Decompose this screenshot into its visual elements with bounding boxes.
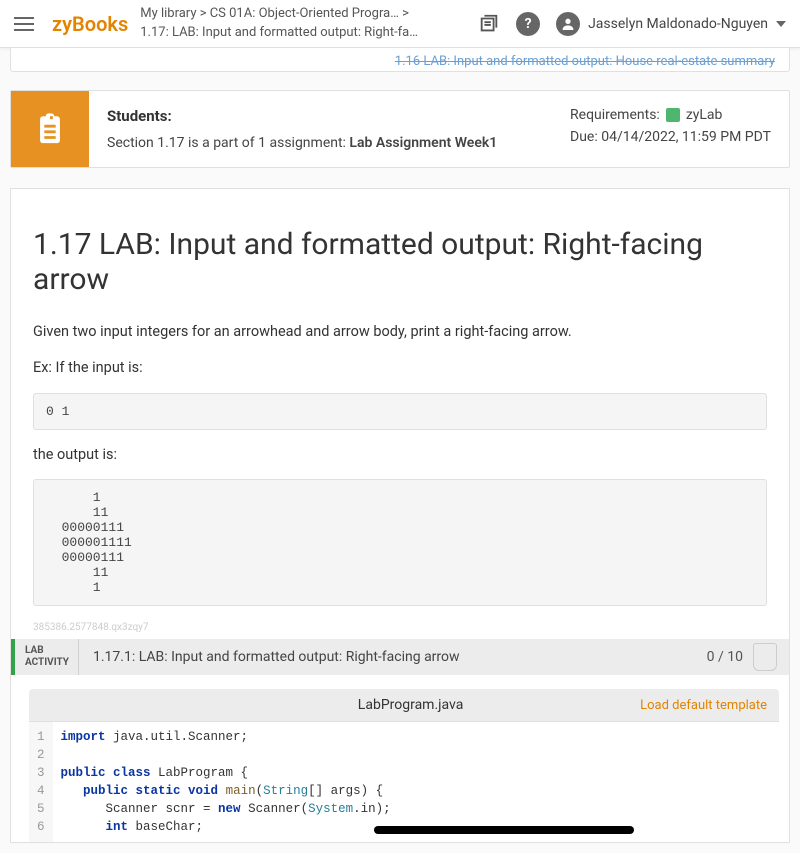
- students-card: Students: Section 1.17 is a part of 1 as…: [10, 90, 790, 168]
- activity-score: 0 / 10: [707, 649, 753, 666]
- lab-description: Given two input integers for an arrowhea…: [33, 321, 767, 343]
- code-area[interactable]: import java.util.Scanner; public class L…: [53, 722, 399, 842]
- lab-title: 1.17 LAB: Input and formatted output: Ri…: [33, 227, 767, 297]
- username: Jasselyn Maldonado-Nguyen: [588, 16, 768, 32]
- load-template-link[interactable]: Load default template: [640, 698, 767, 713]
- header-actions: ? Jasselyn Maldonado-Nguyen: [478, 12, 786, 36]
- logo[interactable]: zyBooks: [52, 12, 128, 36]
- library-icon[interactable]: [478, 13, 500, 35]
- chevron-down-icon: [776, 21, 786, 27]
- activity-title: 1.17.1: LAB: Input and formatted output:…: [79, 649, 707, 666]
- shield-icon[interactable]: [753, 643, 777, 671]
- assignment-badge: [11, 91, 89, 167]
- clipboard-icon: [33, 112, 67, 146]
- example-input-box: 0 1: [33, 393, 767, 430]
- example-output-box: 1 11 00000111 000001111 00000111 11 1: [33, 479, 767, 606]
- breadcrumb-line-1[interactable]: My library > CS 01A: Object-Oriented Pro…: [140, 5, 420, 23]
- app-header: zyBooks My library > CS 01A: Object-Orie…: [0, 0, 800, 48]
- activity-bar: LAB ACTIVITY 1.17.1: LAB: Input and form…: [11, 639, 789, 675]
- requirements-row: Requirements: zyLab: [570, 107, 771, 123]
- code-editor[interactable]: 123456 import java.util.Scanner; public …: [29, 721, 779, 842]
- line-gutter: 123456: [29, 722, 53, 842]
- code-editor-section: LabProgram.java Load default template 12…: [11, 675, 789, 842]
- lab-card: 1.17 LAB: Input and formatted output: Ri…: [10, 188, 790, 843]
- students-heading: Students:: [107, 107, 497, 125]
- user-menu[interactable]: Jasselyn Maldonado-Nguyen: [556, 12, 786, 36]
- due-date: Due: 04/14/2022, 11:59 PM PDT: [570, 129, 771, 145]
- prev-section-link[interactable]: 1.16 LAB: Input and formatted output: Ho…: [10, 48, 790, 72]
- editor-filename: LabProgram.java: [181, 697, 640, 713]
- activity-badge: LAB ACTIVITY: [15, 639, 79, 675]
- horizontal-scrollbar[interactable]: [374, 826, 634, 834]
- example-input-label: Ex: If the input is:: [33, 357, 767, 379]
- breadcrumb-line-2[interactable]: 1.17: LAB: Input and formatted output: R…: [140, 24, 420, 42]
- help-icon[interactable]: ?: [516, 12, 540, 36]
- assignment-info: Section 1.17 is a part of 1 assignment: …: [107, 135, 497, 151]
- menu-icon[interactable]: [14, 12, 38, 36]
- breadcrumb[interactable]: My library > CS 01A: Object-Oriented Pro…: [140, 5, 478, 41]
- avatar-icon: [556, 12, 580, 36]
- zylab-badge-icon: [666, 108, 680, 122]
- example-output-label: the output is:: [33, 444, 767, 466]
- watermark: 385386.2577848.qx3zqy7: [11, 620, 789, 639]
